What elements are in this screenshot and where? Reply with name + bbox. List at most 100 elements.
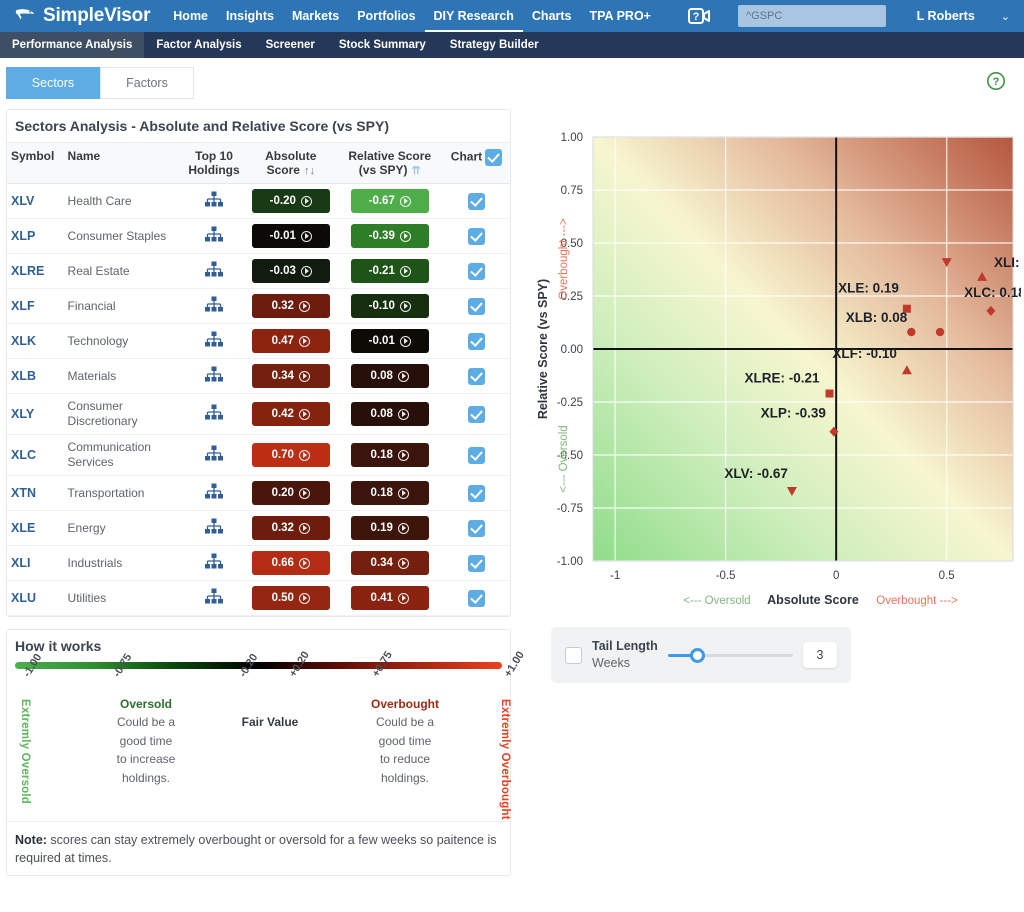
top10-holdings-icon[interactable] — [204, 445, 224, 462]
relative-score-badge[interactable]: 0.18 — [350, 443, 429, 467]
relative-score-badge[interactable]: 0.34 — [350, 551, 429, 575]
nav-link-diy-research[interactable]: DIY Research — [424, 0, 523, 32]
absolute-score-badge[interactable]: 0.32 — [251, 294, 330, 318]
top10-holdings-icon[interactable] — [204, 261, 224, 278]
top10-holdings-icon[interactable] — [204, 296, 224, 316]
tail-length-checkbox[interactable] — [565, 646, 582, 664]
subnav-item-factor-analysis[interactable]: Factor Analysis — [144, 32, 253, 58]
cell-symbol[interactable]: XLB — [7, 358, 64, 394]
nav-link-charts[interactable]: Charts — [523, 0, 581, 32]
scatter-chart[interactable]: 1.00 0.75 0.50 0.25 0.00 -0.25 -0.50 -0.75 -1.00… — [521, 109, 1024, 609]
absolute-score-badge[interactable]: 0.50 — [251, 586, 330, 610]
col-top10-holdings[interactable]: Top 10 Holdings — [182, 143, 246, 184]
chart-row-checkbox[interactable] — [468, 332, 486, 350]
cell-holdings[interactable] — [182, 475, 246, 511]
chart-row-checkbox[interactable] — [468, 192, 486, 210]
user-menu[interactable]: L Roberts ⌄ — [917, 9, 1016, 23]
col-absolute-score[interactable]: Absolute Score ↑↓ — [245, 143, 337, 184]
nav-link-markets[interactable]: Markets — [283, 0, 348, 32]
absolute-score-badge[interactable]: -0.01 — [251, 224, 330, 248]
slider-knob[interactable] — [690, 647, 706, 663]
cell-symbol[interactable]: XLK — [7, 323, 64, 359]
tail-length-slider[interactable] — [667, 646, 793, 664]
cell-holdings[interactable] — [182, 358, 246, 394]
cell-holdings[interactable] — [182, 434, 246, 476]
chart-row-checkbox[interactable] — [468, 484, 486, 502]
relative-score-badge[interactable]: 0.19 — [350, 516, 429, 540]
absolute-score-badge[interactable]: 0.42 — [251, 402, 330, 426]
col-name[interactable]: Name — [63, 143, 183, 184]
relative-score-badge[interactable]: -0.67 — [350, 189, 429, 213]
top10-holdings-icon[interactable] — [204, 404, 224, 424]
top10-holdings-icon[interactable] — [204, 518, 224, 538]
cell-symbol[interactable]: XLY — [7, 393, 64, 435]
top10-holdings-icon[interactable] — [204, 553, 224, 573]
cell-holdings[interactable] — [182, 183, 246, 219]
relative-score-badge[interactable]: -0.21 — [350, 259, 429, 283]
data-point-marker[interactable] — [935, 327, 945, 337]
cell-holdings[interactable] — [182, 545, 246, 581]
top10-holdings-icon[interactable] — [204, 331, 224, 348]
top10-holdings-icon[interactable] — [204, 296, 224, 313]
cell-symbol[interactable]: XLV — [7, 183, 64, 219]
chart-row-checkbox[interactable] — [468, 405, 486, 423]
top10-holdings-icon[interactable] — [204, 483, 224, 503]
absolute-score-badge[interactable]: 0.47 — [251, 329, 330, 353]
cell-symbol[interactable]: XLRE — [7, 253, 64, 289]
col-symbol[interactable]: Symbol — [7, 143, 64, 184]
top10-holdings-icon[interactable] — [204, 226, 224, 243]
absolute-score-badge[interactable]: 0.70 — [251, 443, 330, 467]
col-relative-score[interactable]: Relative Score (vs SPY) ⇈ — [336, 143, 444, 184]
ticker-search-input[interactable] — [737, 5, 886, 27]
relative-score-badge[interactable]: -0.01 — [350, 329, 429, 353]
chart-row-checkbox[interactable] — [468, 554, 486, 572]
top10-holdings-icon[interactable] — [204, 553, 224, 570]
nav-link-tpa-pro[interactable]: TPA PRO+ — [581, 0, 660, 32]
subnav-item-screener[interactable]: Screener — [254, 32, 327, 58]
top10-holdings-icon[interactable] — [204, 331, 224, 351]
cell-symbol[interactable]: XLC — [7, 434, 64, 476]
chevron-down-icon[interactable]: ⌄ — [1001, 10, 1010, 23]
chart-row-checkbox[interactable] — [468, 297, 486, 315]
absolute-score-badge[interactable]: -0.20 — [251, 189, 330, 213]
top10-holdings-icon[interactable] — [204, 226, 224, 246]
top10-holdings-icon[interactable] — [204, 588, 224, 608]
cell-symbol[interactable]: XLF — [7, 288, 64, 324]
top10-holdings-icon[interactable] — [204, 588, 224, 605]
tab-factors[interactable]: Factors — [100, 67, 194, 99]
nav-link-insights[interactable]: Insights — [217, 0, 283, 32]
chart-row-checkbox[interactable] — [468, 589, 486, 607]
chart-row-checkbox[interactable] — [468, 262, 486, 280]
absolute-score-badge[interactable]: 0.66 — [251, 551, 330, 575]
cell-symbol[interactable]: XLI — [7, 545, 64, 581]
sort-relative-icon[interactable]: ⇈ — [411, 165, 420, 177]
top10-holdings-icon[interactable] — [204, 518, 224, 535]
cell-holdings[interactable] — [182, 323, 246, 359]
nav-link-home[interactable]: Home — [164, 0, 217, 32]
cell-holdings[interactable] — [182, 218, 246, 254]
relative-score-badge[interactable]: 0.08 — [350, 402, 429, 426]
cell-symbol[interactable]: XLP — [7, 218, 64, 254]
relative-score-badge[interactable]: -0.39 — [350, 224, 429, 248]
brand-logo-group[interactable]: SimpleVisor — [8, 5, 164, 27]
top10-holdings-icon[interactable] — [204, 445, 224, 465]
top10-holdings-icon[interactable] — [204, 404, 224, 421]
top10-holdings-icon[interactable] — [204, 191, 224, 211]
subnav-item-stock-summary[interactable]: Stock Summary — [327, 32, 438, 58]
scatter-chart-svg[interactable]: 1.000.750.500.250.00-0.25-0.50-0.75-1.00… — [521, 109, 1024, 609]
sort-absolute-icon[interactable]: ↑↓ — [304, 165, 315, 177]
relative-score-badge[interactable]: -0.10 — [350, 294, 429, 318]
subnav-item-strategy-builder[interactable]: Strategy Builder — [438, 32, 551, 58]
question-circle-icon[interactable]: ? — [986, 71, 1006, 96]
cell-holdings[interactable] — [182, 253, 246, 289]
data-point-marker[interactable] — [825, 389, 834, 398]
cell-holdings[interactable] — [182, 288, 246, 324]
top10-holdings-icon[interactable] — [204, 366, 224, 383]
subnav-item-performance-analysis[interactable]: Performance Analysis — [0, 32, 145, 58]
chart-row-checkbox[interactable] — [468, 446, 486, 464]
absolute-score-badge[interactable]: 0.32 — [251, 516, 330, 540]
tab-sectors[interactable]: Sectors — [6, 67, 100, 99]
absolute-score-badge[interactable]: 0.34 — [251, 364, 330, 388]
top10-holdings-icon[interactable] — [204, 261, 224, 281]
tail-length-value[interactable]: 3 — [803, 642, 837, 668]
